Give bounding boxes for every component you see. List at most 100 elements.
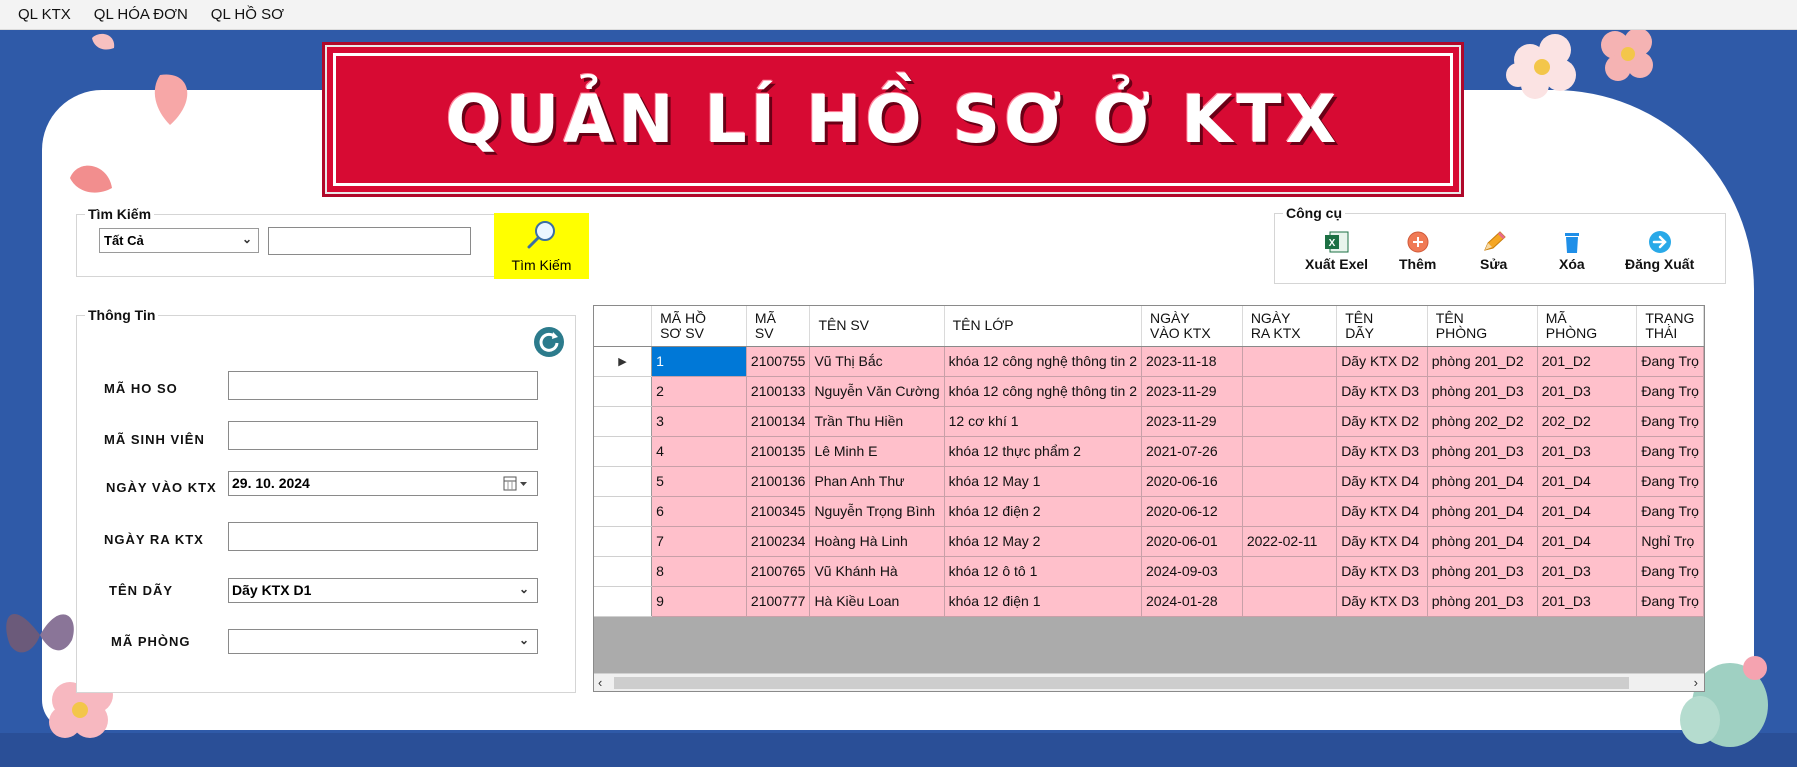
- table-cell[interactable]: 201_D3: [1537, 436, 1638, 467]
- table-cell[interactable]: 2100345: [746, 496, 811, 527]
- column-header[interactable]: TÊN PHÒNG: [1427, 306, 1538, 347]
- export-excel-button[interactable]: X Xuất Exel: [1305, 230, 1368, 272]
- table-cell[interactable]: Phan Anh Thư: [809, 466, 945, 497]
- column-header[interactable]: MÃ PHÒNG: [1537, 306, 1638, 347]
- table-cell[interactable]: Dãy KTX D4: [1336, 466, 1428, 497]
- ma-ho-so-input[interactable]: [228, 371, 538, 400]
- table-cell[interactable]: 2021-07-26: [1141, 436, 1243, 467]
- row-header[interactable]: [594, 406, 653, 437]
- table-row[interactable]: ▶ 1 2100755 Vũ Thị Bắc khóa 12 công nghệ thô…: [594, 346, 1704, 377]
- row-header[interactable]: [594, 586, 653, 617]
- table-cell[interactable]: [1242, 586, 1338, 617]
- table-cell[interactable]: [1242, 436, 1338, 467]
- table-cell[interactable]: khóa 12 điện 1: [944, 586, 1143, 617]
- table-cell[interactable]: [1242, 466, 1338, 497]
- table-cell[interactable]: Đang Trọ: [1636, 556, 1704, 587]
- table-cell[interactable]: Đang Trọ: [1636, 346, 1704, 377]
- table-cell[interactable]: Trần Thu Hiền: [809, 406, 945, 437]
- table-cell[interactable]: phòng 202_D2: [1427, 406, 1538, 437]
- row-header[interactable]: ▶: [594, 346, 653, 377]
- table-cell[interactable]: 201_D3: [1537, 586, 1638, 617]
- column-header[interactable]: TRẠNG THÁI: [1636, 306, 1704, 347]
- table-cell[interactable]: Đang Trọ: [1636, 436, 1704, 467]
- column-header[interactable]: TÊN DÃY: [1336, 306, 1428, 347]
- table-cell[interactable]: 2024-09-03: [1141, 556, 1243, 587]
- table-cell[interactable]: 2020-06-01: [1141, 526, 1243, 557]
- table-cell[interactable]: khóa 12 thực phẩm 2: [944, 436, 1143, 467]
- table-cell[interactable]: Vũ Khánh Hà: [809, 556, 945, 587]
- delete-button[interactable]: Xóa: [1559, 230, 1585, 272]
- table-cell[interactable]: Đang Trọ: [1636, 466, 1704, 497]
- ngay-vao-ktx-datepicker[interactable]: 29. 10. 2024: [228, 471, 538, 496]
- table-cell[interactable]: Vũ Thị Bắc: [809, 346, 945, 377]
- table-cell[interactable]: 1: [651, 346, 747, 377]
- table-row[interactable]: 2 2100133 Nguyễn Văn Cường khóa 12 công ngh…: [594, 376, 1704, 407]
- row-header[interactable]: [594, 496, 653, 527]
- search-button[interactable]: Tìm Kiếm: [494, 213, 589, 279]
- table-cell[interactable]: 201_D4: [1537, 496, 1638, 527]
- table-cell[interactable]: 2100133: [746, 376, 811, 407]
- records-data-grid[interactable]: MÃ HỒ SƠ SV MÃ SV TÊN SV TÊN LỚP NGÀY VÀO KTX NG…: [593, 305, 1705, 692]
- calendar-dropdown-icon[interactable]: [503, 476, 531, 492]
- table-cell[interactable]: phòng 201_D4: [1427, 526, 1538, 557]
- table-cell[interactable]: 8: [651, 556, 747, 587]
- table-cell[interactable]: 2023-11-29: [1141, 376, 1243, 407]
- row-header[interactable]: [594, 526, 653, 557]
- table-row[interactable]: 9 2100777 Hà Kiều Loan khóa 12 điện 1 2024-0…: [594, 586, 1704, 617]
- table-cell[interactable]: 2023-11-29: [1141, 406, 1243, 437]
- scrollbar-thumb[interactable]: [614, 677, 1629, 689]
- menu-ql-ktx[interactable]: QL KTX: [8, 0, 81, 30]
- table-cell[interactable]: 201_D2: [1537, 346, 1638, 377]
- table-cell[interactable]: Dãy KTX D3: [1336, 436, 1428, 467]
- column-header[interactable]: TÊN SV: [809, 306, 945, 347]
- add-button[interactable]: Thêm: [1399, 230, 1436, 272]
- menu-ql-ho-so[interactable]: QL HỒ SƠ: [201, 0, 294, 30]
- row-header[interactable]: [594, 376, 653, 407]
- table-cell[interactable]: khóa 12 công nghệ thông tin 2: [944, 376, 1143, 407]
- table-cell[interactable]: 2: [651, 376, 747, 407]
- ma-sinh-vien-input[interactable]: [228, 421, 538, 450]
- column-header[interactable]: MÃ SV: [746, 306, 811, 347]
- table-cell[interactable]: 2100136: [746, 466, 811, 497]
- scroll-right-arrow-icon[interactable]: ›: [1694, 674, 1698, 691]
- table-cell[interactable]: Nghỉ Trọ: [1636, 526, 1704, 557]
- table-cell[interactable]: 2100755: [746, 346, 811, 377]
- table-cell[interactable]: khóa 12 May 2: [944, 526, 1143, 557]
- row-header[interactable]: [594, 556, 653, 587]
- table-cell[interactable]: 2100765: [746, 556, 811, 587]
- table-row[interactable]: 3 2100134 Trần Thu Hiền 12 cơ khí 1 2023-11-…: [594, 406, 1704, 437]
- table-row[interactable]: 8 2100765 Vũ Khánh Hà khóa 12 ô tô 1 2024-09…: [594, 556, 1704, 587]
- table-cell[interactable]: Lê Minh E: [809, 436, 945, 467]
- table-cell[interactable]: Nguyễn Trọng Bình: [809, 496, 945, 527]
- ma-phong-select[interactable]: ⌄: [228, 629, 538, 654]
- table-cell[interactable]: Hoàng Hà Linh: [809, 526, 945, 557]
- table-cell[interactable]: Hà Kiều Loan: [809, 586, 945, 617]
- table-cell[interactable]: [1242, 376, 1338, 407]
- table-cell[interactable]: khóa 12 công nghệ thông tin 2: [944, 346, 1143, 377]
- table-cell[interactable]: 2100134: [746, 406, 811, 437]
- edit-button[interactable]: Sửa: [1480, 230, 1507, 272]
- table-row[interactable]: 4 2100135 Lê Minh Ekhóa 12 thực phẩm 2 2021…: [594, 436, 1704, 467]
- table-cell[interactable]: Đang Trọ: [1636, 406, 1704, 437]
- column-header[interactable]: NGÀY RA KTX: [1242, 306, 1338, 347]
- table-cell[interactable]: 2100234: [746, 526, 811, 557]
- table-cell[interactable]: Đang Trọ: [1636, 376, 1704, 407]
- row-header[interactable]: [594, 466, 653, 497]
- table-cell[interactable]: 2024-01-28: [1141, 586, 1243, 617]
- table-cell[interactable]: 4: [651, 436, 747, 467]
- refresh-icon[interactable]: [533, 326, 565, 358]
- table-cell[interactable]: Dãy KTX D4: [1336, 496, 1428, 527]
- search-input[interactable]: [268, 227, 471, 255]
- table-row[interactable]: 7 2100234 Hoàng Hà Linh khóa 12 May 2 2020-0…: [594, 526, 1704, 557]
- row-header[interactable]: [594, 436, 653, 467]
- column-header[interactable]: NGÀY VÀO KTX: [1141, 306, 1243, 347]
- table-cell[interactable]: phòng 201_D4: [1427, 496, 1538, 527]
- table-cell[interactable]: Dãy KTX D2: [1336, 346, 1428, 377]
- table-cell[interactable]: 201_D4: [1537, 526, 1638, 557]
- ten-day-select[interactable]: Dãy KTX D1 ⌄: [228, 578, 538, 603]
- table-row[interactable]: 6 2100345 Nguyễn Trọng Bình khóa 12 điện 22…: [594, 496, 1704, 527]
- table-row[interactable]: 5 2100136 Phan Anh Thư khóa 12 May 1 2020-06…: [594, 466, 1704, 497]
- table-cell[interactable]: phòng 201_D3: [1427, 556, 1538, 587]
- table-cell[interactable]: [1242, 406, 1338, 437]
- table-cell[interactable]: [1242, 556, 1338, 587]
